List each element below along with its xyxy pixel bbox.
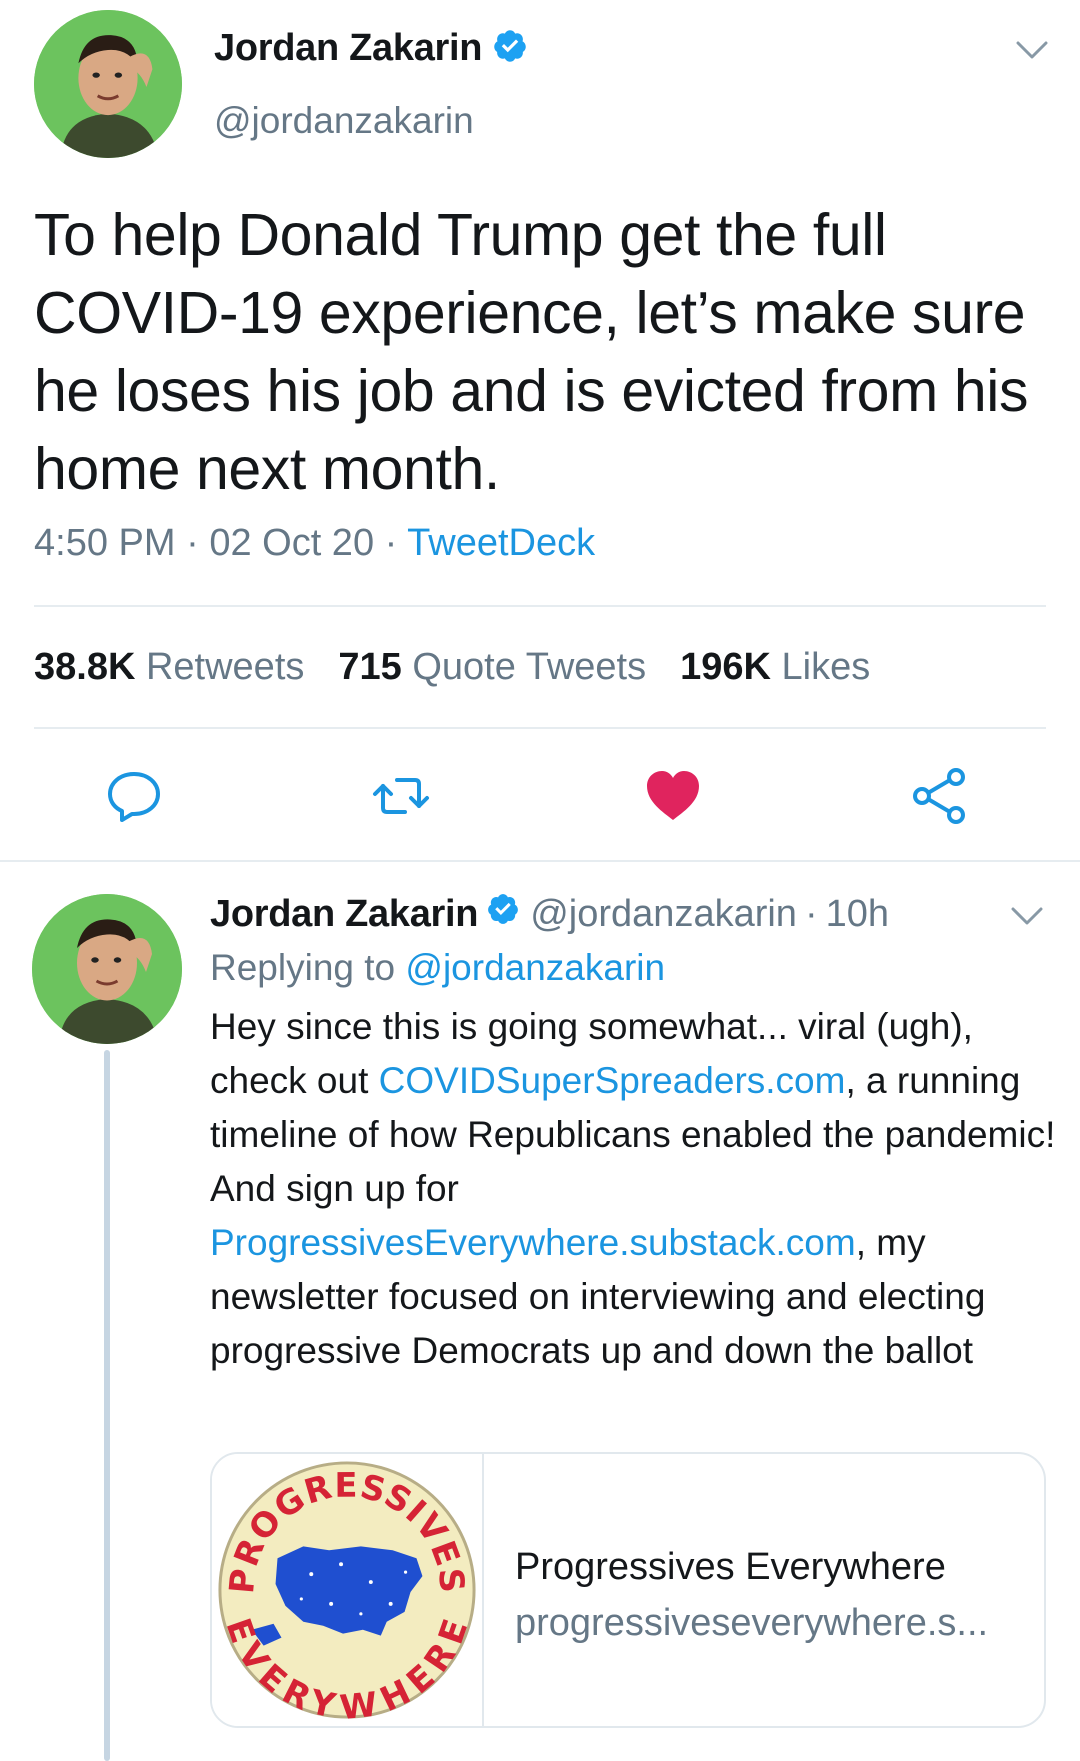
- author-name[interactable]: Jordan Zakarin: [214, 27, 483, 70]
- card-domain[interactable]: progressiveseverywhere.s...: [515, 1602, 988, 1645]
- retweet-icon[interactable]: [369, 764, 433, 828]
- likes-count: 196K: [680, 646, 771, 688]
- chevron-down-icon[interactable]: [1015, 38, 1049, 62]
- replying-to-handle[interactable]: @jordanzakarin: [405, 947, 665, 988]
- progressives-everywhere-logo: PROGRESSIVES EVERYWHERE: [218, 1461, 476, 1726]
- header-separator: ·: [804, 892, 818, 935]
- meta-separator: ·: [186, 522, 199, 564]
- avatar[interactable]: [34, 10, 182, 158]
- tweet-text: To help Donald Trump get the full COVID-…: [34, 202, 1029, 502]
- tweet-time[interactable]: 4:50 PM: [34, 522, 176, 564]
- avatar-image: [32, 894, 182, 1044]
- covid-superspreaders-link[interactable]: COVIDSuperSpreaders.com: [379, 1060, 846, 1101]
- card-logo: PROGRESSIVES EVERYWHERE: [212, 1454, 484, 1726]
- reply-tweet[interactable]: Jordan Zakarin @jordanzakarin · 10h Repl…: [0, 862, 1080, 1761]
- card-title[interactable]: Progressives Everywhere: [515, 1546, 946, 1589]
- chevron-down-icon[interactable]: [1010, 904, 1044, 928]
- retweets-label: Retweets: [145, 646, 305, 688]
- divider: [34, 605, 1046, 607]
- tweet-stats: 38.8K Retweets 715 Quote Tweets 196K Lik…: [34, 646, 904, 689]
- reply-header: Jordan Zakarin @jordanzakarin · 10h: [210, 892, 889, 936]
- verified-badge-icon: [492, 28, 528, 69]
- divider: [34, 727, 1046, 729]
- tweet-source-link[interactable]: TweetDeck: [407, 522, 595, 564]
- reply-icon[interactable]: [102, 764, 166, 828]
- main-tweet: Jordan Zakarin @jordanzakarin To help Do…: [0, 0, 1080, 862]
- tweet-date[interactable]: 02 Oct 20: [209, 522, 374, 564]
- author-name-row[interactable]: Jordan Zakarin: [214, 27, 528, 70]
- author-handle[interactable]: @jordanzakarin: [530, 893, 797, 936]
- quote-tweets-stat[interactable]: 715 Quote Tweets: [338, 646, 646, 689]
- quote-tweets-label: Quote Tweets: [412, 646, 647, 688]
- substack-link[interactable]: ProgressivesEverywhere.substack.com: [210, 1222, 856, 1263]
- tweet-text: Hey since this is going somewhat... vira…: [210, 1000, 1065, 1378]
- share-icon[interactable]: [908, 764, 972, 828]
- avatar[interactable]: [32, 894, 182, 1044]
- retweets-count: 38.8K: [34, 646, 136, 688]
- heart-icon[interactable]: [641, 764, 705, 828]
- replying-to-label: Replying to: [210, 947, 396, 988]
- link-preview-card[interactable]: PROGRESSIVES EVERYWHERE Progressives Eve…: [210, 1452, 1046, 1728]
- avatar-image: [34, 10, 182, 158]
- replying-to: Replying to @jordanzakarin: [210, 947, 665, 989]
- tweet-time[interactable]: 10h: [826, 893, 889, 936]
- author-handle[interactable]: @jordanzakarin: [214, 100, 474, 142]
- quote-tweets-count: 715: [338, 646, 402, 688]
- thread-line: [104, 1050, 110, 1761]
- verified-badge-icon: [486, 892, 520, 936]
- likes-label: Likes: [781, 646, 871, 688]
- meta-separator: ·: [384, 522, 398, 564]
- author-name[interactable]: Jordan Zakarin: [210, 893, 479, 936]
- likes-stat[interactable]: 196K Likes: [680, 646, 870, 689]
- retweets-stat[interactable]: 38.8K Retweets: [34, 646, 304, 689]
- tweet-meta: 4:50 PM · 02 Oct 20 · TweetDeck: [34, 522, 595, 565]
